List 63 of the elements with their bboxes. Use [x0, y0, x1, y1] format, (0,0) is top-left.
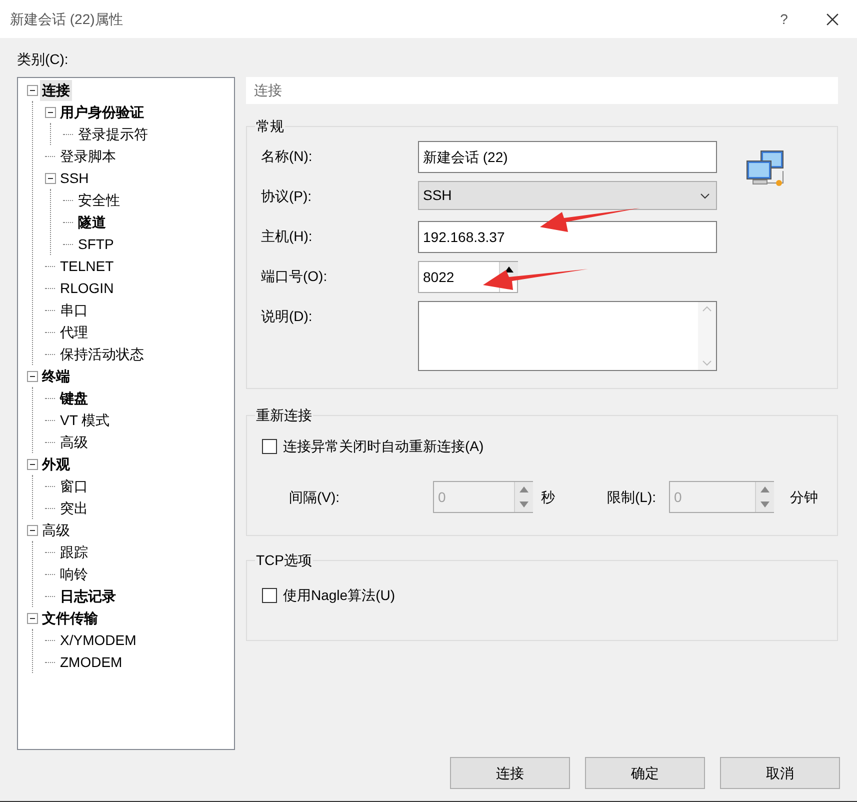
help-button[interactable]: ?: [761, 0, 807, 38]
collapse-icon[interactable]: [27, 84, 38, 96]
field-label: 主机(H):: [261, 227, 314, 246]
tree-item[interactable]: 外观: [40, 454, 72, 474]
tree-item[interactable]: 代理: [58, 322, 90, 342]
tree-item[interactable]: 保持活动状态: [58, 344, 146, 364]
chevron-down-icon: [700, 192, 710, 198]
tree-item[interactable]: 登录提示符: [76, 124, 150, 144]
tree-item[interactable]: 文件传输: [40, 608, 100, 628]
tree-item[interactable]: 串口: [58, 300, 90, 320]
tree-item[interactable]: RLOGIN: [58, 278, 116, 298]
unit-label: 秒: [541, 488, 556, 506]
field-value: 0: [437, 488, 447, 507]
unit-label: 分钟: [790, 488, 818, 506]
tree-item[interactable]: ZMODEM: [58, 652, 124, 672]
checkbox-label: 使用Nagle算法(U): [283, 586, 396, 605]
field-label: 限制(L):: [607, 488, 657, 507]
text-field[interactable]: 192.168.3.37: [418, 221, 717, 253]
field-label: 间隔(V):: [289, 488, 341, 507]
collapse-icon[interactable]: [27, 370, 38, 382]
category-label: 类别(C):: [16, 50, 70, 69]
collapse-icon[interactable]: [45, 172, 56, 184]
tree-item[interactable]: 响铃: [58, 564, 90, 584]
spin-field[interactable]: 8022: [418, 261, 518, 293]
tree-item[interactable]: 高级: [58, 432, 90, 452]
tree-item[interactable]: 终端: [40, 366, 72, 386]
field-label: 协议(P):: [261, 187, 313, 206]
tree-item[interactable]: SSH: [58, 168, 91, 188]
dialog-button[interactable]: 取消: [720, 757, 840, 789]
checkbox[interactable]: [262, 588, 277, 603]
field-label: 端口号(O):: [261, 267, 328, 286]
text-field[interactable]: 新建会话 (22): [418, 141, 717, 173]
field-label: 名称(N):: [261, 147, 314, 166]
tree-item[interactable]: 键盘: [58, 388, 90, 408]
dialog-button[interactable]: 确定: [585, 757, 705, 789]
collapse-icon[interactable]: [45, 106, 56, 118]
checkbox[interactable]: [262, 439, 277, 454]
tree-item[interactable]: 连接: [40, 80, 72, 100]
field-value: 8022: [422, 268, 456, 287]
field-label: 说明(D):: [261, 307, 314, 326]
tree-item[interactable]: X/YMODEM: [58, 630, 138, 650]
tree-item[interactable]: 窗口: [58, 476, 90, 496]
tree-item[interactable]: 高级: [40, 520, 72, 540]
tree-item[interactable]: 日志记录: [58, 586, 118, 606]
collapse-icon[interactable]: [27, 612, 38, 624]
tree-item[interactable]: 隧道: [76, 212, 108, 232]
tree-item[interactable]: 用户身份验证: [58, 102, 146, 122]
tree-item[interactable]: 安全性: [76, 190, 122, 210]
tree-item[interactable]: 突出: [58, 498, 90, 518]
collapse-icon[interactable]: [27, 524, 38, 536]
checkbox-label: 连接异常关闭时自动重新连接(A): [283, 437, 484, 456]
collapse-icon[interactable]: [27, 458, 38, 470]
tree-item[interactable]: 登录脚本: [58, 146, 118, 166]
tree-item[interactable]: TELNET: [58, 256, 116, 276]
tree-item[interactable]: 跟踪: [58, 542, 90, 562]
dialog-button[interactable]: 连接: [450, 757, 570, 789]
dropdown[interactable]: SSH: [418, 181, 717, 210]
field-value: 0: [673, 488, 683, 507]
panel-header: 连接: [246, 77, 838, 104]
tree-item[interactable]: VT 模式: [58, 410, 112, 430]
tree-item[interactable]: SFTP: [76, 234, 116, 254]
window-title: 新建会话 (22)属性: [9, 10, 124, 29]
close-icon: [826, 12, 838, 26]
